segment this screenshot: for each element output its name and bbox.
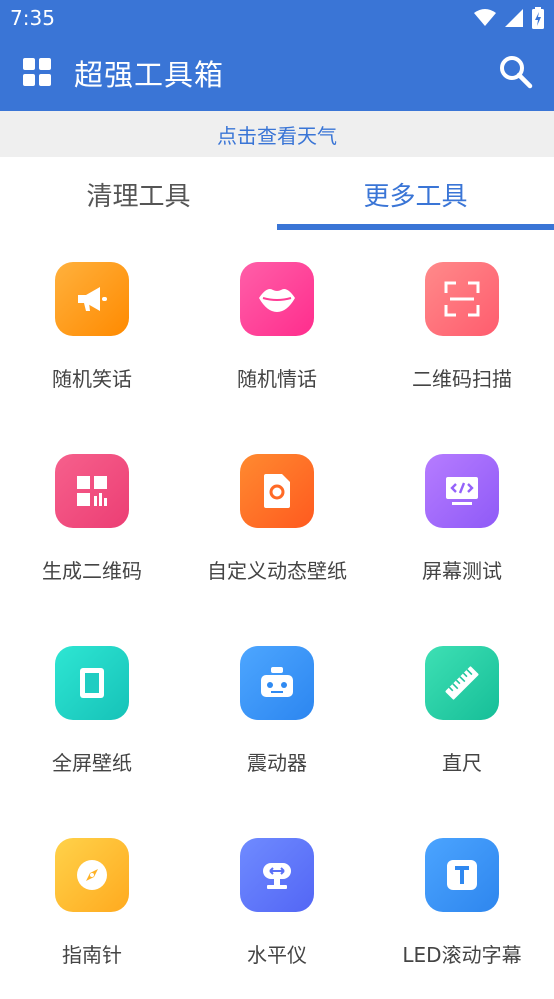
tablet-icon [55, 646, 129, 720]
tool-random-joke[interactable]: 随机笑话 [0, 231, 184, 423]
tool-label: 直尺 [442, 751, 482, 775]
lips-icon [240, 262, 314, 336]
tool-led-scroll-text[interactable]: LED滚动字幕 [370, 807, 554, 999]
tool-label: 全屏壁纸 [52, 751, 132, 775]
robot-icon [240, 646, 314, 720]
tool-screen-test[interactable]: 屏幕测试 [370, 423, 554, 615]
tool-label: 震动器 [247, 751, 307, 775]
app-title: 超强工具箱 [74, 58, 225, 92]
tab-cleanup-tools[interactable]: 清理工具 [0, 157, 277, 231]
status-time: 7:35 [10, 6, 55, 30]
tool-label: 二维码扫描 [412, 367, 512, 391]
compass-icon [55, 838, 129, 912]
live-wallpaper-icon [240, 454, 314, 528]
tool-label: 屏幕测试 [422, 559, 502, 583]
wifi-icon [474, 9, 496, 26]
qr-generate-icon [55, 454, 129, 528]
tool-label: 自定义动态壁纸 [207, 559, 347, 583]
tab-bar: 清理工具 更多工具 [0, 157, 554, 231]
megaphone-icon [55, 262, 129, 336]
tool-spirit-level[interactable]: 水平仪 [185, 807, 369, 999]
tool-label: 水平仪 [247, 943, 307, 967]
tool-qr-scan[interactable]: 二维码扫描 [370, 231, 554, 423]
weather-label: 点击查看天气 [217, 123, 337, 148]
tool-random-love-words[interactable]: 随机情话 [185, 231, 369, 423]
tool-label: 随机情话 [237, 367, 317, 391]
tool-label: LED滚动字幕 [402, 943, 522, 967]
status-icons [474, 7, 544, 29]
search-icon[interactable] [498, 54, 534, 90]
grid-menu-icon[interactable] [23, 58, 51, 86]
tool-fullscreen-wallpaper[interactable]: 全屏壁纸 [0, 615, 184, 807]
tool-custom-live-wallpaper[interactable]: 自定义动态壁纸 [185, 423, 369, 615]
tool-ruler[interactable]: 直尺 [370, 615, 554, 807]
text-t-icon [425, 838, 499, 912]
signal-icon [505, 9, 523, 27]
tool-compass[interactable]: 指南针 [0, 807, 184, 999]
tab-label: 更多工具 [363, 181, 468, 212]
tool-label: 指南针 [62, 943, 122, 967]
tool-label: 生成二维码 [42, 559, 142, 583]
tab-label: 清理工具 [86, 181, 191, 212]
tool-label: 随机笑话 [52, 367, 132, 391]
tab-more-tools[interactable]: 更多工具 [277, 157, 554, 231]
level-icon [240, 838, 314, 912]
code-screen-icon [425, 454, 499, 528]
tool-vibrator[interactable]: 震动器 [185, 615, 369, 807]
ruler-icon [425, 646, 499, 720]
scan-icon [425, 262, 499, 336]
tool-generate-qr[interactable]: 生成二维码 [0, 423, 184, 615]
battery-icon [532, 7, 544, 29]
weather-link[interactable]: 点击查看天气 [0, 111, 554, 157]
app-bar: 超强工具箱 [0, 36, 554, 111]
tab-indicator [277, 224, 554, 230]
status-bar: 7:35 [0, 0, 554, 36]
